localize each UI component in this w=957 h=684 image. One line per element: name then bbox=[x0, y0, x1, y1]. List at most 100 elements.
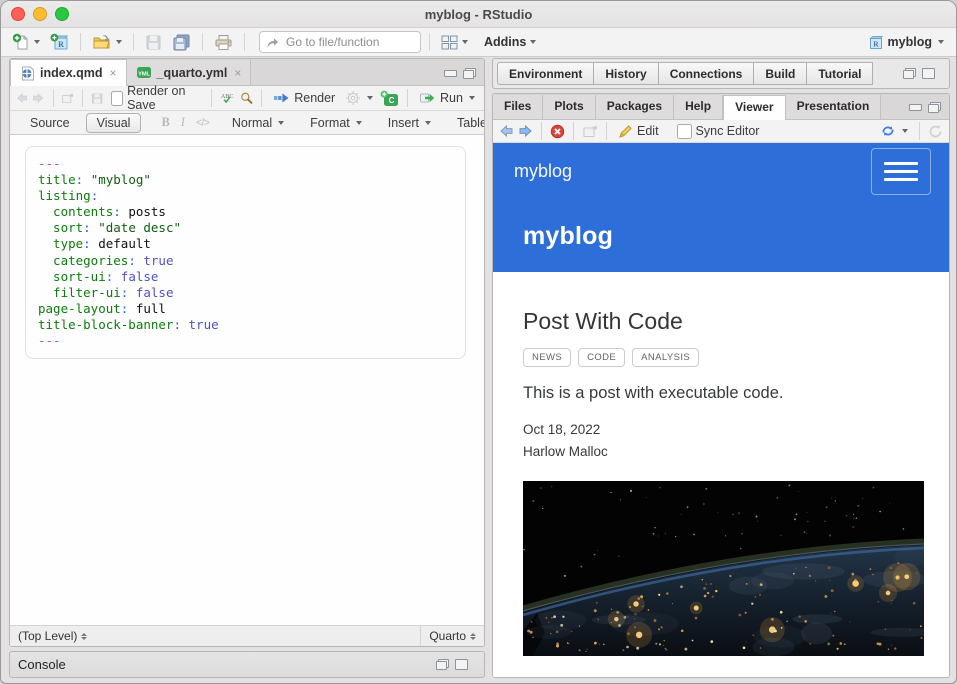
render-options-caret-icon bbox=[367, 96, 373, 100]
edit-button[interactable]: Edit bbox=[615, 123, 662, 140]
zoom-window-button[interactable] bbox=[55, 7, 69, 21]
svg-text:ABC: ABC bbox=[221, 94, 234, 100]
svg-text:R: R bbox=[873, 39, 879, 48]
project-cube-icon: R bbox=[868, 35, 884, 50]
panes-layout-button[interactable] bbox=[438, 33, 471, 52]
filetype-selector[interactable]: Quarto bbox=[420, 626, 484, 646]
viewer-sync-button[interactable] bbox=[877, 123, 911, 139]
sync-editor-checkbox[interactable]: Sync Editor bbox=[674, 123, 763, 140]
blog-brand-link[interactable]: myblog bbox=[514, 161, 572, 182]
insert-label: Insert bbox=[388, 116, 419, 130]
editor-toolbar: Render on Save ABC Render C Run bbox=[10, 86, 484, 111]
viewer-popout-icon[interactable] bbox=[582, 124, 598, 138]
render-icon bbox=[273, 91, 290, 105]
close-tab-icon[interactable]: × bbox=[234, 66, 241, 80]
restore-console-icon[interactable] bbox=[436, 659, 449, 670]
insert-menu[interactable]: Insert bbox=[385, 115, 434, 131]
maximize-env-pane-icon[interactable] bbox=[922, 68, 935, 79]
format-label: Format bbox=[310, 116, 350, 130]
render-on-save-checkbox[interactable]: Render on Save bbox=[108, 83, 204, 113]
tab-quarto-yml[interactable]: YML _quarto.yml × bbox=[127, 60, 252, 85]
tab-connections[interactable]: Connections bbox=[658, 62, 755, 85]
hamburger-menu-button[interactable] bbox=[871, 148, 931, 195]
gear-icon bbox=[345, 90, 361, 106]
filetype-label: Quarto bbox=[429, 629, 466, 643]
paragraph-style-label: Normal bbox=[232, 116, 272, 130]
run-button[interactable]: Run bbox=[416, 90, 478, 106]
code-line: categories: true bbox=[38, 253, 453, 269]
source-mode-button[interactable]: Source bbox=[20, 114, 80, 132]
scope-updown-icon bbox=[81, 633, 87, 640]
render-options-button[interactable] bbox=[342, 89, 376, 107]
search-icon[interactable] bbox=[240, 90, 253, 106]
category-badge-analysis[interactable]: ANALYSIS bbox=[632, 348, 699, 367]
bold-button[interactable]: B bbox=[161, 115, 169, 130]
tab-tutorial[interactable]: Tutorial bbox=[806, 62, 873, 85]
tab-viewer[interactable]: Viewer bbox=[723, 95, 785, 120]
yml-file-icon: YML bbox=[136, 66, 152, 79]
new-project-button[interactable]: R bbox=[47, 31, 72, 53]
insert-chunk-button[interactable]: C bbox=[380, 90, 399, 107]
render-button[interactable]: Render bbox=[270, 90, 338, 106]
format-menu[interactable]: Format bbox=[307, 115, 365, 131]
tab-presentation[interactable]: Presentation bbox=[786, 95, 882, 119]
category-badge-news[interactable]: NEWS bbox=[523, 348, 571, 367]
scope-label: (Top Level) bbox=[18, 629, 77, 643]
save-all-button[interactable] bbox=[169, 31, 194, 53]
project-menu-button[interactable]: R myblog bbox=[868, 35, 944, 50]
viewer-forward-icon[interactable] bbox=[518, 124, 533, 138]
project-name: myblog bbox=[888, 35, 932, 49]
refresh-icon[interactable] bbox=[928, 124, 943, 139]
maximize-pane-icon[interactable] bbox=[463, 68, 476, 79]
tab-build[interactable]: Build bbox=[753, 62, 807, 85]
stop-icon[interactable] bbox=[550, 124, 565, 139]
close-tab-icon[interactable]: × bbox=[110, 66, 117, 80]
tab-environment[interactable]: Environment bbox=[497, 62, 594, 85]
addins-button[interactable]: Addins bbox=[481, 33, 539, 51]
code-line: --- bbox=[38, 156, 453, 172]
category-badge-code[interactable]: CODE bbox=[578, 348, 625, 367]
tab-files[interactable]: Files bbox=[493, 95, 543, 119]
viewer-sync-caret-icon bbox=[902, 129, 908, 133]
addins-caret-icon bbox=[530, 40, 536, 44]
open-file-caret-icon bbox=[116, 40, 122, 44]
tab-index-qmd[interactable]: index.qmd × bbox=[10, 59, 127, 86]
maximize-console-icon[interactable] bbox=[455, 659, 468, 670]
maximize-pane-icon[interactable] bbox=[928, 102, 941, 113]
main-toolbar: R Addins bbox=[1, 28, 956, 57]
window-title: myblog - RStudio bbox=[1, 7, 956, 22]
goto-file-input[interactable] bbox=[284, 34, 398, 50]
tab-history[interactable]: History bbox=[593, 62, 658, 85]
viewer-tabbar: FilesPlotsPackagesHelpViewerPresentation bbox=[493, 94, 949, 120]
italic-button[interactable]: I bbox=[181, 115, 185, 130]
paragraph-style-menu[interactable]: Normal bbox=[229, 115, 287, 131]
viewer-back-icon[interactable] bbox=[499, 124, 514, 138]
open-file-button[interactable] bbox=[89, 32, 125, 53]
new-file-button[interactable] bbox=[9, 31, 43, 53]
visual-mode-button[interactable]: Visual bbox=[86, 113, 142, 133]
editor-content[interactable]: ---title: "myblog"listing: contents: pos… bbox=[10, 135, 484, 625]
save-button[interactable] bbox=[142, 32, 165, 53]
close-window-button[interactable] bbox=[11, 7, 25, 21]
run-caret-icon bbox=[469, 96, 475, 100]
spellcheck-icon[interactable]: ABC bbox=[220, 90, 236, 106]
restore-env-pane-icon[interactable] bbox=[903, 68, 916, 79]
minimize-pane-icon[interactable] bbox=[444, 70, 457, 77]
table-menu[interactable]: Table bbox=[454, 115, 485, 131]
open-in-window-icon[interactable] bbox=[61, 91, 74, 105]
code-button[interactable]: </> bbox=[196, 117, 209, 129]
scope-selector[interactable]: (Top Level) bbox=[10, 629, 87, 643]
earth-night-photo bbox=[523, 481, 924, 656]
goto-file-search[interactable] bbox=[259, 31, 421, 53]
minimize-pane-icon[interactable] bbox=[909, 104, 922, 111]
post-date: Oct 18, 2022 bbox=[523, 422, 919, 437]
print-button[interactable] bbox=[211, 32, 236, 53]
forward-icon[interactable] bbox=[32, 91, 44, 105]
tab-plots[interactable]: Plots bbox=[543, 95, 595, 119]
save-icon[interactable] bbox=[91, 91, 103, 106]
back-icon[interactable] bbox=[16, 91, 28, 105]
minimize-window-button[interactable] bbox=[33, 7, 47, 21]
tab-packages[interactable]: Packages bbox=[596, 95, 674, 119]
tab-help[interactable]: Help bbox=[674, 95, 723, 119]
panes-caret-icon bbox=[462, 40, 468, 44]
